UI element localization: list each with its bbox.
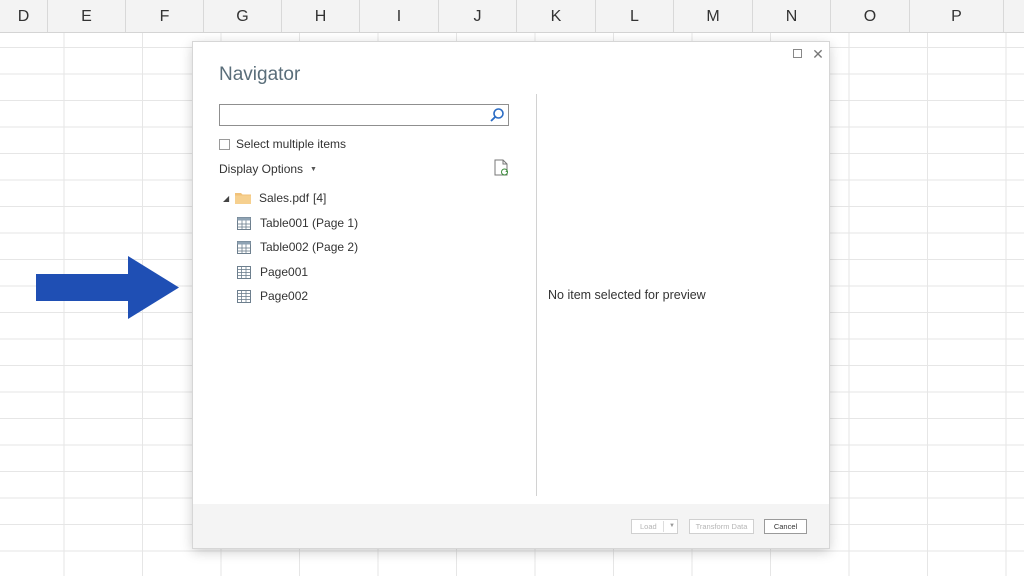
column-header-j[interactable]: J bbox=[439, 0, 517, 32]
table-icon bbox=[237, 216, 251, 230]
display-options-dropdown[interactable]: Display Options ▼ bbox=[219, 162, 317, 176]
dialog-title: Navigator bbox=[219, 64, 301, 85]
close-button[interactable]: ✕ bbox=[810, 46, 826, 62]
page-icon bbox=[237, 265, 251, 279]
tree-root-label: Sales.pdf bbox=[259, 191, 310, 205]
column-header-i[interactable]: I bbox=[360, 0, 439, 32]
column-header-n[interactable]: N bbox=[753, 0, 831, 32]
search-box bbox=[219, 104, 509, 126]
column-header-m[interactable]: M bbox=[674, 0, 753, 32]
tree-item-label: Page001 bbox=[260, 265, 309, 279]
column-header-l[interactable]: L bbox=[596, 0, 674, 32]
tree-item-table002[interactable]: Table002 (Page 2) bbox=[237, 237, 358, 257]
select-multiple-checkbox[interactable] bbox=[219, 138, 230, 150]
search-input[interactable] bbox=[224, 106, 488, 126]
tree-item-label: Page002 bbox=[260, 289, 309, 303]
tree-item-table001[interactable]: Table001 (Page 1) bbox=[237, 213, 358, 233]
close-icon: ✕ bbox=[812, 46, 824, 62]
cancel-button[interactable]: Cancel bbox=[764, 519, 807, 534]
display-options-label: Display Options bbox=[219, 162, 304, 176]
caret-down-icon: ▼ bbox=[310, 165, 317, 173]
pane-divider[interactable] bbox=[536, 94, 537, 496]
load-button-label: Load bbox=[640, 522, 657, 531]
select-multiple-label: Select multiple items bbox=[236, 137, 347, 151]
column-header-h[interactable]: H bbox=[282, 0, 360, 32]
column-header-k[interactable]: K bbox=[517, 0, 596, 32]
maximize-button[interactable] bbox=[789, 46, 805, 62]
tree-item-label: Table002 (Page 2) bbox=[260, 240, 359, 254]
column-header-o[interactable]: O bbox=[831, 0, 910, 32]
column-header-p[interactable]: P bbox=[910, 0, 1004, 32]
tree-item-page001[interactable]: Page001 bbox=[237, 262, 308, 282]
column-headers: DEFGHIJKLMNOP bbox=[0, 0, 1024, 33]
search-icon[interactable] bbox=[489, 107, 505, 123]
column-header-e[interactable]: E bbox=[48, 0, 126, 32]
tree-root-count: [4] bbox=[313, 191, 327, 205]
dialog-footer: Load ▼ Transform Data Cancel bbox=[193, 504, 829, 548]
table-icon bbox=[237, 240, 251, 254]
transform-data-button[interactable]: Transform Data bbox=[689, 519, 754, 534]
tree-root-sales-pdf[interactable]: ◢ Sales.pdf [4] bbox=[223, 188, 326, 208]
navigator-dialog: ✕ Navigator Select multiple items Displa… bbox=[193, 42, 829, 548]
tree-item-label: Table001 (Page 1) bbox=[260, 216, 359, 230]
blue-arrow-annotation bbox=[36, 256, 179, 319]
tree-item-page002[interactable]: Page002 bbox=[237, 286, 308, 306]
page-icon bbox=[237, 289, 251, 303]
column-header-f[interactable]: F bbox=[126, 0, 204, 32]
maximize-icon bbox=[792, 49, 802, 58]
refresh-document-icon[interactable] bbox=[493, 159, 509, 177]
column-header-d[interactable]: D bbox=[0, 0, 48, 32]
expand-triangle-icon[interactable]: ◢ bbox=[223, 194, 235, 203]
folder-icon bbox=[235, 193, 251, 204]
select-multiple-option[interactable]: Select multiple items bbox=[219, 136, 346, 152]
load-button[interactable]: Load ▼ bbox=[631, 519, 678, 534]
preview-message: No item selected for preview bbox=[548, 288, 706, 302]
column-header-g[interactable]: G bbox=[204, 0, 282, 32]
load-split-separator bbox=[663, 521, 664, 532]
load-dropdown-icon[interactable]: ▼ bbox=[669, 520, 675, 533]
